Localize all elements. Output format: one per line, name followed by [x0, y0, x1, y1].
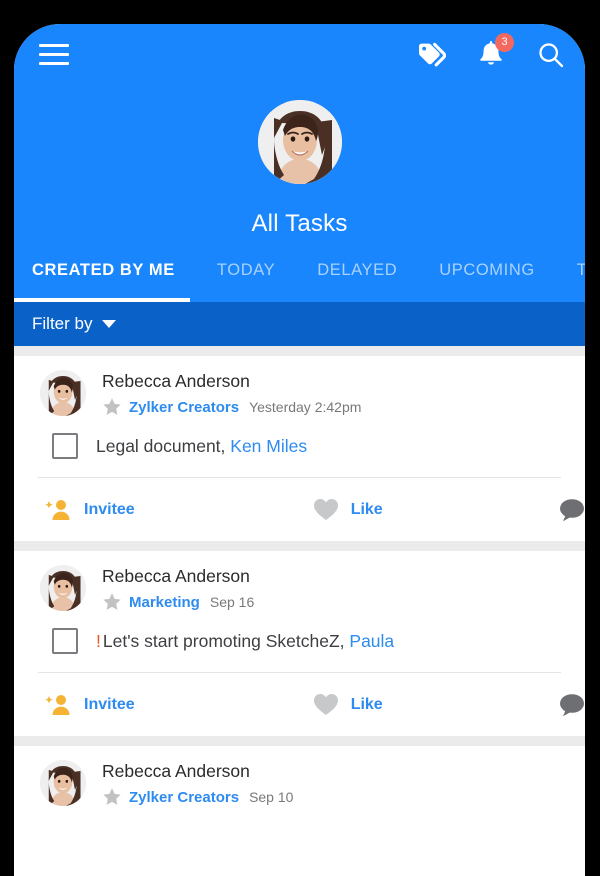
- card-actions: Invitee Like Comment: [14, 673, 585, 736]
- task-feed: Rebecca Anderson Zylker Creators Yesterd…: [14, 346, 585, 807]
- task-text: ! Let's start promoting SketcheZ, Paula: [96, 631, 394, 652]
- card-header-text: Rebecca Anderson Zylker Creators Sep 10: [86, 760, 293, 807]
- tab-bar[interactable]: CREATED BY ME TODAY DELAYED UPCOMING THI…: [14, 242, 585, 302]
- add-person-icon: [45, 694, 70, 715]
- task-card[interactable]: Rebecca Anderson Zylker Creators Yesterd…: [14, 356, 585, 541]
- card-header: Rebecca Anderson Zylker Creators Yesterd…: [14, 356, 585, 417]
- task-mention[interactable]: Ken Miles: [230, 436, 307, 456]
- card-meta: Marketing Sep 16: [102, 592, 254, 612]
- active-tab-indicator: [14, 298, 190, 302]
- tab-today[interactable]: TODAY: [196, 242, 296, 302]
- avatar[interactable]: [40, 565, 86, 611]
- task-checkbox[interactable]: [52, 433, 78, 459]
- task-card[interactable]: Rebecca Anderson Marketing Sep 16 ! Let'…: [14, 551, 585, 736]
- bell-icon[interactable]: 3: [474, 33, 514, 72]
- tab-this[interactable]: THIS: [556, 242, 585, 302]
- like-label: Like: [350, 695, 383, 713]
- top-app-bar: 3: [14, 24, 585, 90]
- like-label: Like: [350, 500, 383, 518]
- avatar[interactable]: [40, 370, 86, 416]
- comment-button[interactable]: Comment: [558, 498, 585, 522]
- star-icon[interactable]: [102, 787, 122, 807]
- tab-upcoming[interactable]: UPCOMING: [418, 242, 556, 302]
- card-header-text: Rebecca Anderson Marketing Sep 16: [86, 565, 254, 612]
- header-avatar-wrap: [14, 100, 585, 184]
- search-icon[interactable]: [534, 38, 568, 72]
- comment-button[interactable]: Comment: [558, 693, 585, 717]
- like-button[interactable]: Like: [313, 498, 383, 521]
- timestamp: Yesterday 2:42pm: [249, 399, 362, 415]
- project-link[interactable]: Marketing: [129, 594, 200, 611]
- filter-by-dropdown[interactable]: Filter by: [14, 302, 585, 346]
- star-icon[interactable]: [102, 592, 122, 612]
- avatar[interactable]: [257, 100, 342, 184]
- tab-delayed[interactable]: DELAYED: [296, 242, 418, 302]
- add-person-icon: [45, 499, 70, 520]
- user-name: Rebecca Anderson: [102, 371, 250, 391]
- chevron-down-icon: [102, 320, 117, 328]
- timestamp: Sep 16: [209, 594, 255, 610]
- timestamp: Sep 10: [249, 789, 294, 805]
- card-meta: Zylker Creators Yesterday 2:42pm: [102, 397, 361, 417]
- tab-created-by-me[interactable]: CREATED BY ME: [14, 242, 196, 302]
- task-row: ! Let's start promoting SketcheZ, Paula: [14, 612, 585, 672]
- heart-icon: [313, 499, 338, 520]
- star-icon[interactable]: [102, 397, 122, 417]
- task-text: Legal document, Ken Miles: [96, 436, 307, 457]
- invitee-button[interactable]: Invitee: [44, 693, 135, 717]
- page-title: All Tasks: [251, 210, 348, 237]
- comment-bubble-icon: [559, 693, 584, 716]
- invitee-button[interactable]: Invitee: [44, 498, 135, 522]
- task-mention[interactable]: Paula: [349, 631, 394, 651]
- screenshot-stage: 3 All Tasks CREATED BY ME TODAY DELAYED …: [0, 0, 600, 876]
- task-row: Legal document, Ken Miles: [14, 417, 585, 477]
- card-header: Rebecca Anderson Zylker Creators Sep 10: [14, 746, 585, 807]
- task-checkbox[interactable]: [52, 628, 78, 654]
- task-title: Let's start promoting SketcheZ,: [102, 630, 345, 651]
- avatar[interactable]: [40, 760, 86, 806]
- user-name: Rebecca Anderson: [102, 761, 250, 781]
- hamburger-menu-icon[interactable]: [39, 44, 69, 66]
- priority-indicator: !: [96, 630, 101, 651]
- card-header: Rebecca Anderson Marketing Sep 16: [14, 551, 585, 612]
- task-title: Legal document,: [96, 435, 226, 456]
- invitee-label: Invitee: [84, 500, 135, 518]
- task-card[interactable]: Rebecca Anderson Zylker Creators Sep 10: [14, 746, 585, 807]
- card-meta: Zylker Creators Sep 10: [102, 787, 293, 807]
- app-header: 3 All Tasks CREATED BY ME TODAY DELAYED …: [14, 24, 585, 302]
- project-link[interactable]: Zylker Creators: [129, 789, 239, 806]
- phone-screen: 3 All Tasks CREATED BY ME TODAY DELAYED …: [14, 24, 585, 876]
- card-actions: Invitee Like Comment: [14, 478, 585, 541]
- project-link[interactable]: Zylker Creators: [129, 399, 239, 416]
- user-name: Rebecca Anderson: [102, 566, 250, 586]
- comment-bubble-icon: [559, 498, 584, 521]
- tags-icon[interactable]: [414, 38, 448, 72]
- heart-icon: [313, 694, 338, 715]
- card-header-text: Rebecca Anderson Zylker Creators Yesterd…: [86, 370, 361, 417]
- invitee-label: Invitee: [84, 695, 135, 713]
- notification-badge: 3: [495, 33, 514, 52]
- like-button[interactable]: Like: [313, 693, 383, 716]
- top-bar-icons: 3: [414, 33, 568, 72]
- filter-by-label: Filter by: [32, 314, 93, 333]
